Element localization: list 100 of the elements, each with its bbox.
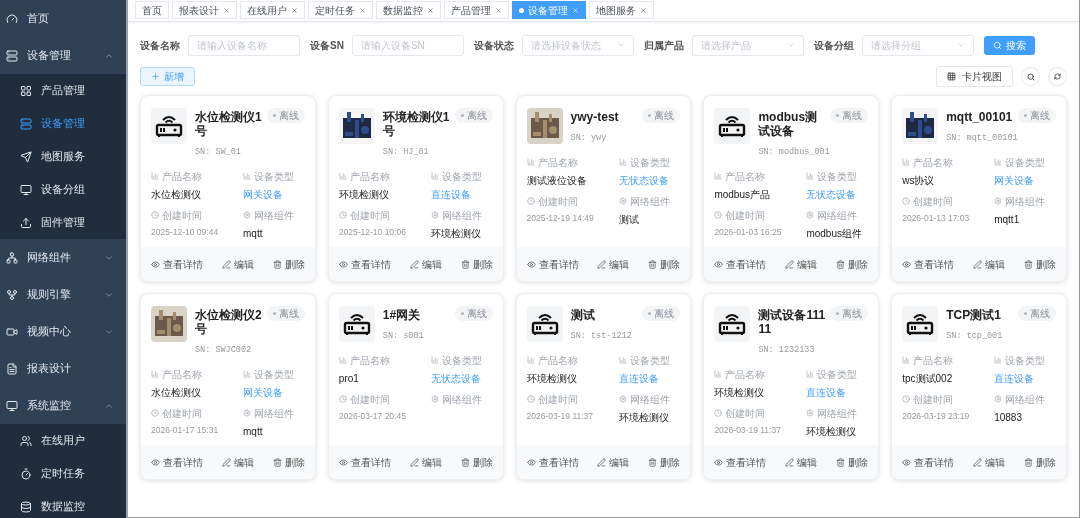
page-tab[interactable]: 地图服务 — [589, 1, 654, 19]
status-badge: 离线 — [454, 108, 493, 123]
created-time: 2026-01-03 16:25 — [714, 225, 783, 239]
page-tab[interactable]: 定时任务 — [308, 1, 373, 19]
submenu-item[interactable]: 产品管理 — [0, 74, 126, 107]
card-action[interactable]: 删除 — [460, 256, 493, 272]
submenu-item[interactable]: 设备分组 — [0, 173, 126, 206]
field-label: 创建时间 — [338, 207, 425, 223]
card-action[interactable]: 查看详情 — [338, 256, 391, 272]
card-action[interactable]: 编辑 — [409, 256, 442, 272]
field-label: 网络组件 — [243, 405, 305, 421]
field-label: 设备类型 — [430, 352, 493, 368]
submenu-item[interactable]: 固件管理 — [0, 206, 126, 239]
eye-icon — [338, 259, 348, 269]
card-action[interactable]: 查看详情 — [526, 256, 579, 272]
card-action[interactable]: 查看详情 — [714, 256, 767, 272]
menu-item[interactable]: 系统监控 — [0, 387, 126, 424]
close-icon[interactable] — [223, 6, 230, 14]
chart-icon — [806, 172, 815, 181]
menu-item[interactable]: 报表设计 — [0, 350, 126, 387]
card-action[interactable]: 查看详情 — [902, 256, 955, 272]
close-icon[interactable] — [359, 6, 366, 14]
card-action[interactable]: 查看详情 — [714, 454, 767, 470]
trash-icon — [1024, 457, 1033, 467]
card-action[interactable]: 删除 — [836, 256, 869, 272]
gear-icon — [994, 395, 1003, 404]
card-action[interactable]: 编辑 — [221, 256, 254, 272]
card-action[interactable]: 编辑 — [597, 256, 630, 272]
submenu-item[interactable]: 定时任务 — [0, 457, 126, 490]
device-type: 无状态设备 — [618, 173, 670, 188]
chart-icon — [338, 356, 347, 365]
field-label: 设备类型 — [430, 168, 493, 184]
trash-icon — [460, 259, 470, 269]
page-tab[interactable]: 产品管理 — [444, 1, 509, 19]
card-action[interactable]: 查看详情 — [151, 256, 203, 272]
eye-icon — [526, 457, 536, 467]
card-action[interactable]: 查看详情 — [902, 454, 955, 470]
card-action[interactable]: 编辑 — [785, 256, 818, 272]
grid-icon — [20, 84, 32, 97]
timer-icon — [20, 467, 32, 480]
menu-item[interactable]: 设备管理 — [0, 37, 126, 74]
page-tab[interactable]: 首页 — [135, 1, 169, 19]
card-action[interactable]: 查看详情 — [151, 454, 203, 470]
field-label: 网络组件 — [994, 193, 1056, 209]
card-action[interactable]: 编辑 — [409, 454, 442, 470]
menu-item[interactable]: 视频中心 — [0, 313, 126, 350]
monitor-icon — [6, 399, 18, 412]
submenu-item[interactable]: 数据监控 — [0, 490, 126, 518]
field-value: 环境检测仪 — [526, 371, 578, 386]
device-name: 1#网关 — [382, 307, 421, 322]
close-icon[interactable] — [495, 6, 502, 14]
card-action[interactable]: 删除 — [648, 256, 681, 272]
field-label: 网络组件 — [618, 193, 681, 209]
menu-item[interactable]: 网络组件 — [0, 239, 126, 276]
field-value: mqtt — [243, 226, 264, 241]
card-action[interactable]: 查看详情 — [338, 454, 391, 470]
close-icon[interactable] — [291, 6, 298, 14]
status-badge: 离线 — [266, 108, 305, 123]
card-action[interactable]: 编辑 — [221, 454, 254, 470]
paper-plane-icon — [20, 150, 32, 163]
filter-label: 设备名称 — [140, 38, 180, 53]
card-action[interactable]: 编辑 — [597, 454, 630, 470]
trash-icon — [648, 457, 658, 467]
card-action[interactable]: 删除 — [460, 454, 493, 470]
page-tab[interactable]: 数据监控 — [376, 1, 441, 19]
created-time: 2025-12-10 09:44 — [151, 225, 220, 239]
submenu-item[interactable]: 在线用户 — [0, 424, 126, 457]
field-value: modbus组件 — [806, 226, 863, 241]
menu-item[interactable]: 规则引擎 — [0, 276, 126, 313]
card-action[interactable]: 删除 — [648, 454, 681, 470]
chevron-icon — [616, 41, 625, 49]
card-action[interactable]: 编辑 — [973, 256, 1006, 272]
submenu-item[interactable]: 地图服务 — [0, 140, 126, 173]
plus-icon — [151, 72, 160, 81]
card-action[interactable]: 删除 — [272, 256, 305, 272]
close-icon[interactable] — [427, 6, 434, 14]
eye-icon — [714, 259, 724, 269]
search-icon — [1026, 72, 1035, 81]
card-action[interactable]: 删除 — [272, 454, 305, 470]
card-action[interactable]: 删除 — [1024, 256, 1056, 272]
eye-icon — [338, 457, 348, 467]
card-view-button[interactable]: 卡片视图 — [936, 66, 1013, 87]
page-tab[interactable]: 在线用户 — [240, 1, 305, 19]
submenu-item[interactable]: 设备管理 — [0, 107, 126, 140]
card-action[interactable]: 编辑 — [973, 454, 1006, 470]
field-label: 设备类型 — [806, 366, 869, 382]
close-icon[interactable] — [640, 6, 647, 14]
trash-icon — [272, 457, 282, 467]
clock-icon — [526, 395, 535, 404]
card-action[interactable]: 删除 — [836, 454, 869, 470]
chart-icon — [151, 370, 159, 379]
card-action[interactable]: 查看详情 — [526, 454, 579, 470]
gear-icon — [243, 211, 251, 220]
menu-item[interactable]: 首页 — [0, 0, 126, 37]
card-action[interactable]: 编辑 — [785, 454, 818, 470]
serial-number: SN: 1232133 — [758, 344, 816, 357]
field-value: 测试 — [618, 212, 640, 227]
card-action[interactable]: 删除 — [1024, 454, 1056, 470]
page-tab[interactable]: 报表设计 — [172, 1, 237, 19]
eye-icon — [714, 457, 724, 467]
